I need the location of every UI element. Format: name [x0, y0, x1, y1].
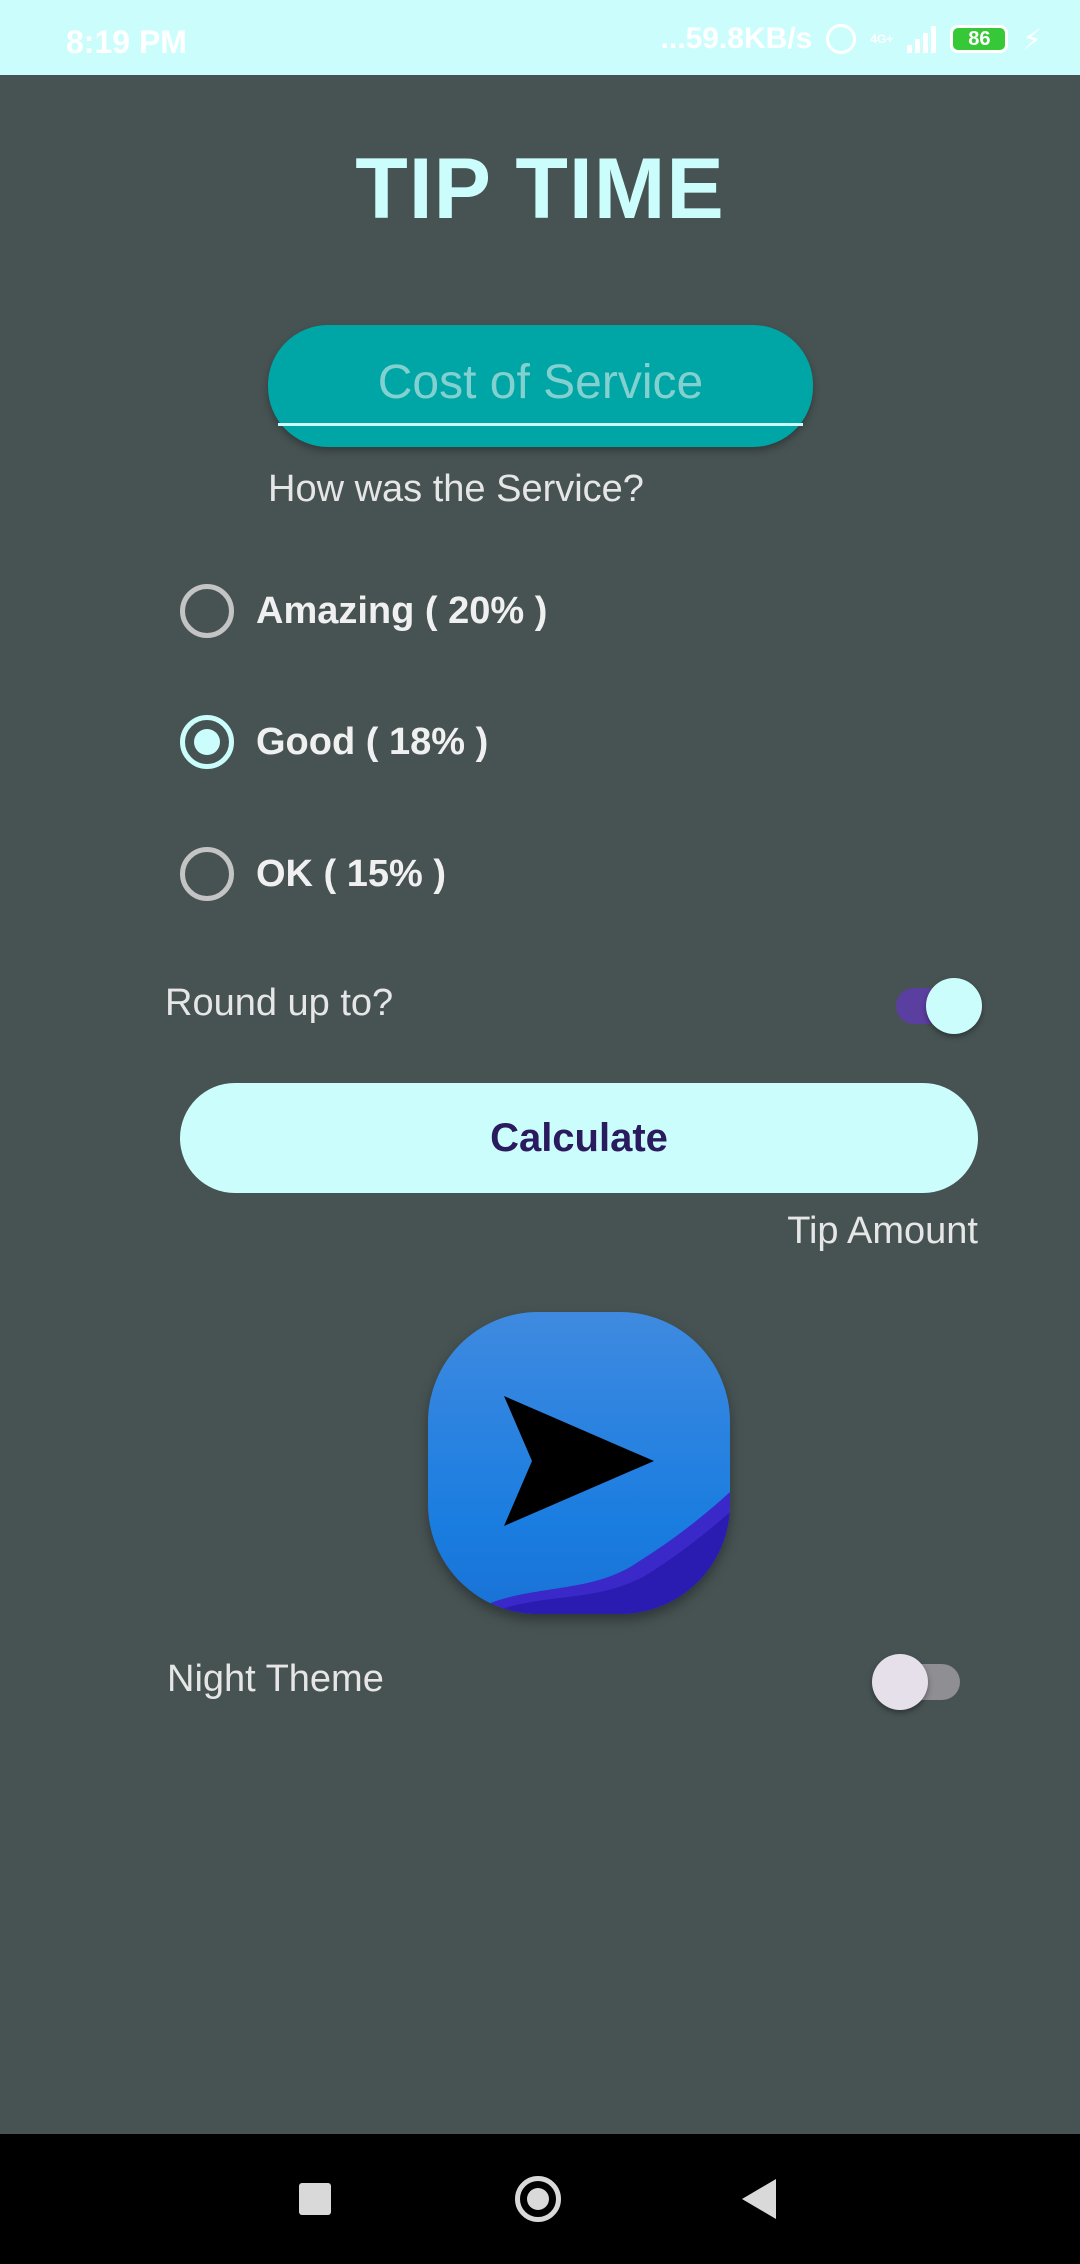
radio-button[interactable]: [180, 847, 234, 901]
back-button-icon[interactable]: [742, 2179, 776, 2219]
status-time: 8:19 PM: [66, 24, 187, 60]
round-up-switch[interactable]: [894, 976, 986, 1036]
send-button[interactable]: [428, 1312, 730, 1614]
radio-button[interactable]: [180, 584, 234, 638]
battery-level: 86: [968, 28, 991, 50]
radio-label: Amazing ( 20% ): [256, 589, 548, 632]
radio-option-amazing[interactable]: Amazing ( 20% ): [180, 584, 547, 638]
app-title: TIP TIME: [355, 141, 725, 237]
navigation-bar: [0, 2134, 1080, 2264]
home-button-icon[interactable]: [515, 2176, 561, 2222]
radio-option-good[interactable]: Good ( 18% ): [180, 715, 488, 769]
night-theme-switch[interactable]: [870, 1652, 962, 1712]
battery-icon: 86: [950, 25, 1009, 53]
service-question-label: How was the Service?: [268, 468, 644, 510]
round-up-label: Round up to?: [165, 982, 394, 1024]
send-arrow-icon: [504, 1396, 654, 1526]
signal-icon: [907, 25, 937, 53]
alarm-icon: [826, 24, 857, 54]
status-bar: 8:19 PM ...59.8KB/s 4G+ 86 ⚡: [0, 0, 1080, 75]
network-type: 4G+: [870, 32, 894, 46]
radio-option-ok[interactable]: OK ( 15% ): [180, 847, 446, 901]
switch-thumb: [926, 978, 982, 1034]
cost-of-service-input[interactable]: Cost of Service: [268, 325, 813, 447]
radio-button-checked[interactable]: [180, 715, 234, 769]
night-theme-label: Night Theme: [167, 1658, 384, 1700]
recents-button-icon[interactable]: [299, 2183, 331, 2215]
radio-label: OK ( 15% ): [256, 852, 447, 895]
switch-thumb: [872, 1654, 928, 1710]
input-underline: [278, 423, 803, 426]
cost-placeholder: Cost of Service: [377, 356, 704, 409]
radio-label: Good ( 18% ): [256, 720, 489, 763]
status-icons: ...59.8KB/s 4G+ 86 ⚡: [661, 22, 1042, 56]
calculate-button[interactable]: Calculate: [180, 1083, 978, 1193]
network-speed: ...59.8KB/s: [660, 22, 813, 55]
send-button-graphic: [468, 1396, 730, 1614]
charging-bolt-icon: ⚡: [1022, 23, 1042, 55]
tip-amount-label: Tip Amount: [787, 1210, 978, 1252]
